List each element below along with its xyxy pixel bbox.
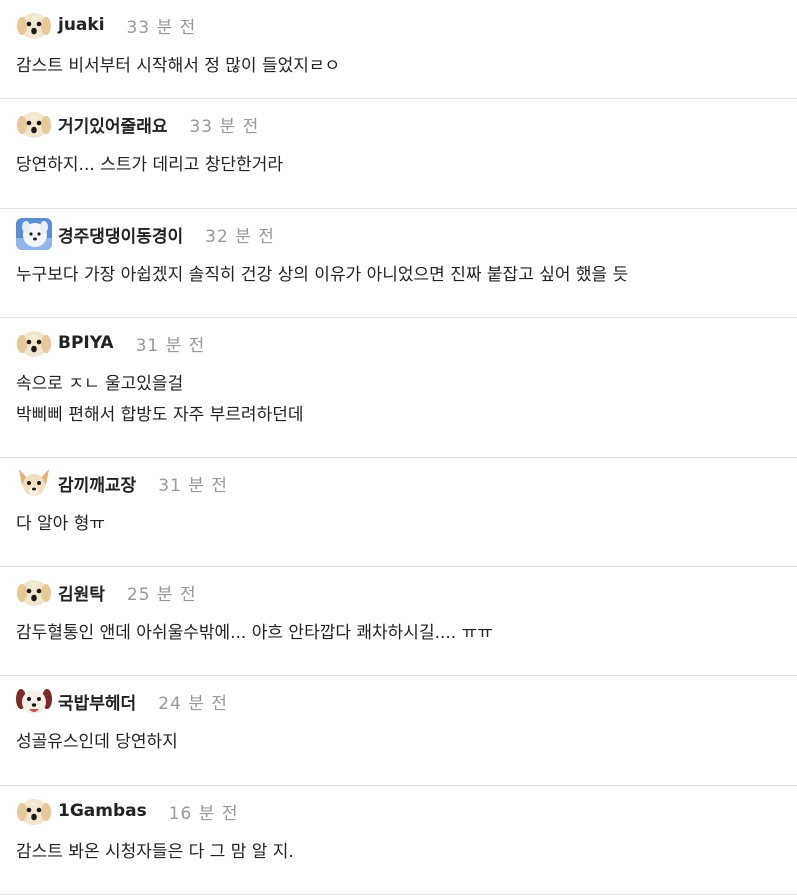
comment-author[interactable]: BPIYA xyxy=(58,333,114,353)
comment-author[interactable]: 국밥부헤더 xyxy=(58,689,136,714)
puppy-icon[interactable] xyxy=(16,9,52,41)
comment-time: 32 분 전 xyxy=(205,226,275,247)
comment-text: 당연하지... 스트가 데리고 창단한거라 xyxy=(16,150,783,181)
comment-text: 속으로 ㅈㄴ 울고있을걸 박삐삐 편해서 합방도 자주 부르려하던데 xyxy=(16,369,783,431)
comment-author[interactable]: 경주댕댕이동경이 xyxy=(58,222,183,247)
comment-item: juaki 33 분 전 감스트 비서부터 시작해서 정 많이 들었지ㄹㅇ xyxy=(0,0,797,99)
comment-header: 1Gambas 16 분 전 xyxy=(16,795,783,827)
comment-line: 속으로 ㅈㄴ 울고있을걸 xyxy=(16,374,184,394)
comment-header: 국밥부헤더 24 분 전 xyxy=(16,685,783,717)
comment-text: 다 알아 형ㅠ xyxy=(16,509,783,540)
comment-item: 김원탁 25 분 전 감두혈통인 앤데 아쉬울수밖에... 아흐 안타깝다 쾌차… xyxy=(0,567,797,676)
comment-header: 김원탁 25 분 전 xyxy=(16,576,783,608)
puppy-icon[interactable] xyxy=(16,327,52,359)
comment-author[interactable]: 감끼깨교장 xyxy=(58,471,136,496)
comment-time: 33 분 전 xyxy=(126,17,197,38)
comment-time: 25 분 전 xyxy=(126,584,197,605)
comment-line: 다 알아 형ㅠ xyxy=(16,514,106,534)
comment-line: 성골유스인데 당연하지 xyxy=(16,732,178,752)
comment-line: 당연하지... 스트가 데리고 창단한거라 xyxy=(16,155,284,175)
comment-time: 24 분 전 xyxy=(158,693,228,714)
comment-text: 감스트 비서부터 시작해서 정 많이 들었지ㄹㅇ xyxy=(16,51,783,82)
puppy-icon[interactable] xyxy=(16,576,52,608)
comment-author[interactable]: 거기있어줄래요 xyxy=(58,112,167,137)
comment-time: 16 분 전 xyxy=(168,803,239,824)
comment-line: 감스트 비서부터 시작해서 정 많이 들었지ㄹㅇ xyxy=(16,56,341,76)
comment-line: 감두혈통인 앤데 아쉬울수밖에... 아흐 안타깝다 쾌차하시길.... ㅠㅠ xyxy=(16,623,493,643)
comment-item: BPIYA 31 분 전 속으로 ㅈㄴ 울고있을걸 박삐삐 편해서 합방도 자주… xyxy=(0,318,797,458)
comment-time: 31 분 전 xyxy=(135,335,206,356)
comment-header: 감끼깨교장 31 분 전 xyxy=(16,467,783,499)
comment-text: 감두혈통인 앤데 아쉬울수밖에... 아흐 안타깝다 쾌차하시길.... ㅠㅠ xyxy=(16,618,783,649)
red-dog-icon[interactable] xyxy=(16,685,52,717)
comment-author[interactable]: 1Gambas xyxy=(58,801,147,821)
white-dog-icon[interactable] xyxy=(16,218,52,250)
comment-header: 거기있어줄래요 33 분 전 xyxy=(16,108,783,140)
comment-item: 1Gambas 16 분 전 감스트 봐온 시청자들은 다 그 맘 알 지. xyxy=(0,786,797,895)
puppy-icon[interactable] xyxy=(16,108,52,140)
chihuahua-icon[interactable] xyxy=(16,467,52,499)
comment-author[interactable]: juaki xyxy=(58,15,105,35)
comment-line: 박삐삐 편해서 합방도 자주 부르려하던데 xyxy=(16,405,304,425)
comment-text: 성골유스인데 당연하지 xyxy=(16,727,783,758)
comment-header: BPIYA 31 분 전 xyxy=(16,327,783,359)
comment-line: 감스트 봐온 시청자들은 다 그 맘 알 지. xyxy=(16,842,294,862)
comment-list: juaki 33 분 전 감스트 비서부터 시작해서 정 많이 들었지ㄹㅇ 거기… xyxy=(0,0,797,895)
comment-item: 경주댕댕이동경이 32 분 전 누구보다 가장 아쉽겠지 솔직히 건강 상의 이… xyxy=(0,209,797,318)
comment-item: 거기있어줄래요 33 분 전 당연하지... 스트가 데리고 창단한거라 xyxy=(0,99,797,209)
comment-item: 감끼깨교장 31 분 전 다 알아 형ㅠ xyxy=(0,458,797,567)
comment-text: 누구보다 가장 아쉽겠지 솔직히 건강 상의 이유가 아니었으면 진짜 붙잡고 … xyxy=(16,260,783,291)
puppy-icon[interactable] xyxy=(16,795,52,827)
comment-line: 누구보다 가장 아쉽겠지 솔직히 건강 상의 이유가 아니었으면 진짜 붙잡고 … xyxy=(16,265,629,285)
comment-author[interactable]: 김원탁 xyxy=(58,580,105,605)
comment-item: 국밥부헤더 24 분 전 성골유스인데 당연하지 xyxy=(0,676,797,786)
comment-time: 33 분 전 xyxy=(189,116,260,137)
comment-header: juaki 33 분 전 xyxy=(16,9,783,41)
comment-text: 감스트 봐온 시청자들은 다 그 맘 알 지. xyxy=(16,837,783,868)
comment-time: 31 분 전 xyxy=(158,475,228,496)
comment-header: 경주댕댕이동경이 32 분 전 xyxy=(16,218,783,250)
